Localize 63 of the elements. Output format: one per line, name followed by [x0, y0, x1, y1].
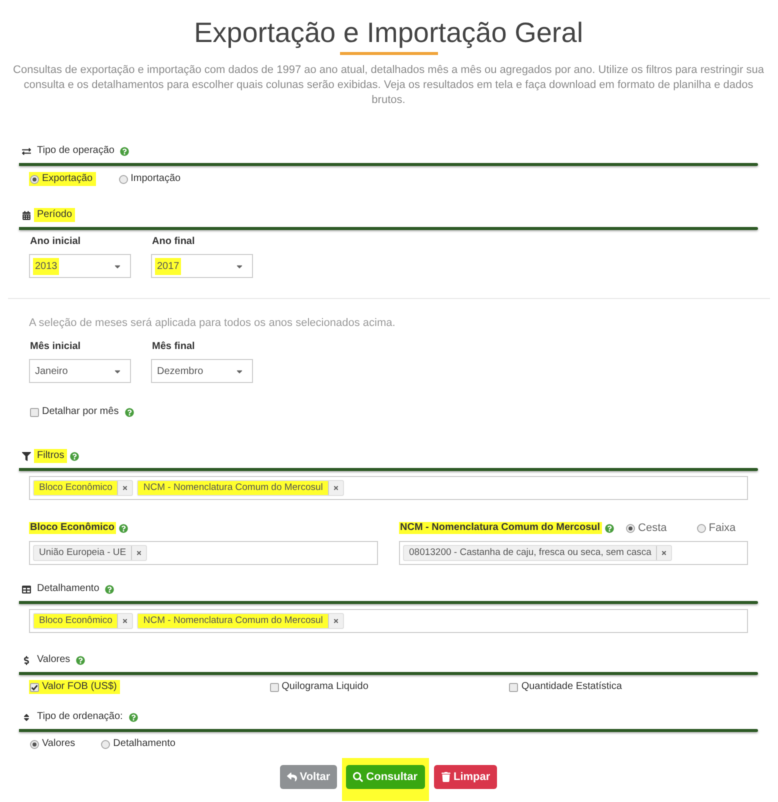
- tag-label: 08013200 - Castanha de caju, fresca ou seca, sem casca: [408, 546, 652, 560]
- tags-field[interactable]: Bloco Econômico NCM - Nomenclatura Comum do Mercosul: [29, 476, 748, 500]
- radio-option[interactable]: Detalhamento: [100, 737, 178, 751]
- tag-label: Bloco Econômico: [34, 614, 118, 628]
- radio-option[interactable]: Faixa: [696, 521, 739, 535]
- section-title: Tipo de ordenação:: [36, 710, 124, 724]
- select-field[interactable]: 2017: [151, 254, 253, 278]
- radio-option[interactable]: Cesta: [625, 521, 670, 535]
- months-note: A seleção de meses será aplicada para todos os anos selecionados acima.: [28, 316, 396, 330]
- help-icon[interactable]: [70, 452, 80, 460]
- calendar-icon: [22, 210, 31, 220]
- radio-option[interactable]: Valores: [29, 737, 78, 751]
- tags-field[interactable]: 08013200 - Castanha de caju, fresca ou seca, sem casca: [399, 541, 748, 565]
- tags-field[interactable]: União Europeia - UE: [29, 541, 378, 565]
- checkbox-option[interactable]: Quilograma Liquido: [268, 680, 372, 694]
- radio-option[interactable]: Importação: [118, 172, 184, 186]
- radio-option[interactable]: Exportação: [29, 172, 96, 186]
- close-icon[interactable]: [332, 618, 339, 624]
- search-icon: [353, 772, 364, 782]
- help-icon[interactable]: [128, 712, 138, 722]
- swap-arrows-icon: [22, 146, 31, 156]
- help-icon[interactable]: [105, 584, 114, 594]
- checkbox-option[interactable]: Quantidade Estatística: [508, 680, 625, 694]
- close-icon[interactable]: [122, 485, 128, 491]
- field-label: Ano final: [151, 236, 196, 248]
- filter-icon: [22, 452, 31, 460]
- field-label: Mês inicial: [29, 341, 82, 353]
- help-icon[interactable]: [605, 524, 614, 532]
- sort-icon: [22, 712, 31, 722]
- tags-field[interactable]: Bloco Econômico NCM - Nomenclatura Comum do Mercosul: [29, 609, 748, 633]
- field-label: Bloco Econômico: [29, 522, 116, 534]
- page-description: Consultas de exportação e importação com dados de 1997 ao ano atual, detalhados mês a mês ou agregados por ano. Utilize os filtros para restringir sua consulta e os detalhamentos para escolher quais colunas serão exibidas. Veja os resultados em tela e faça download em formato de planilha e dados brutos.: [12, 63, 765, 108]
- help-icon[interactable]: [76, 656, 86, 664]
- checkbox-option[interactable]: Valor FOB (US$): [29, 680, 120, 694]
- section-title: Valores: [36, 653, 72, 667]
- section-title: Detalhamento: [36, 582, 100, 596]
- reply-arrow-icon: [286, 772, 297, 782]
- help-icon[interactable]: [124, 408, 134, 416]
- tag-label: Bloco Econômico: [34, 481, 118, 495]
- field-label: Ano inicial: [29, 236, 82, 248]
- close-icon[interactable]: [122, 618, 128, 624]
- select-field[interactable]: Dezembro: [151, 359, 253, 383]
- section-title: Tipo de operação: [36, 144, 116, 158]
- tag-label: União Europeia - UE: [38, 546, 128, 560]
- close-icon[interactable]: [136, 550, 142, 556]
- close-icon[interactable]: [661, 550, 668, 556]
- help-icon[interactable]: [120, 146, 130, 156]
- tag-label: NCM - Nomenclatura Comum do Mercosul: [138, 614, 328, 628]
- help-icon[interactable]: [119, 524, 128, 532]
- clear-button[interactable]: Limpar: [434, 765, 498, 789]
- section-title: Filtros: [34, 449, 68, 463]
- page-title: Exportação e Importação Geral: [192, 17, 584, 49]
- table-icon: [22, 584, 31, 594]
- select-field[interactable]: Janeiro: [29, 359, 131, 383]
- select-field[interactable]: 2013: [29, 254, 131, 278]
- tag-label: NCM - Nomenclatura Comum do Mercosul: [138, 481, 328, 495]
- section-title: Período: [34, 208, 76, 222]
- field-label: NCM - Nomenclatura Comum do Mercosul: [399, 522, 602, 534]
- trash-icon: [440, 772, 450, 782]
- dollar-icon: [22, 656, 31, 664]
- field-label: Mês final: [151, 341, 196, 353]
- checkbox-option[interactable]: Detalhar por mês: [29, 405, 122, 419]
- close-icon[interactable]: [332, 485, 339, 491]
